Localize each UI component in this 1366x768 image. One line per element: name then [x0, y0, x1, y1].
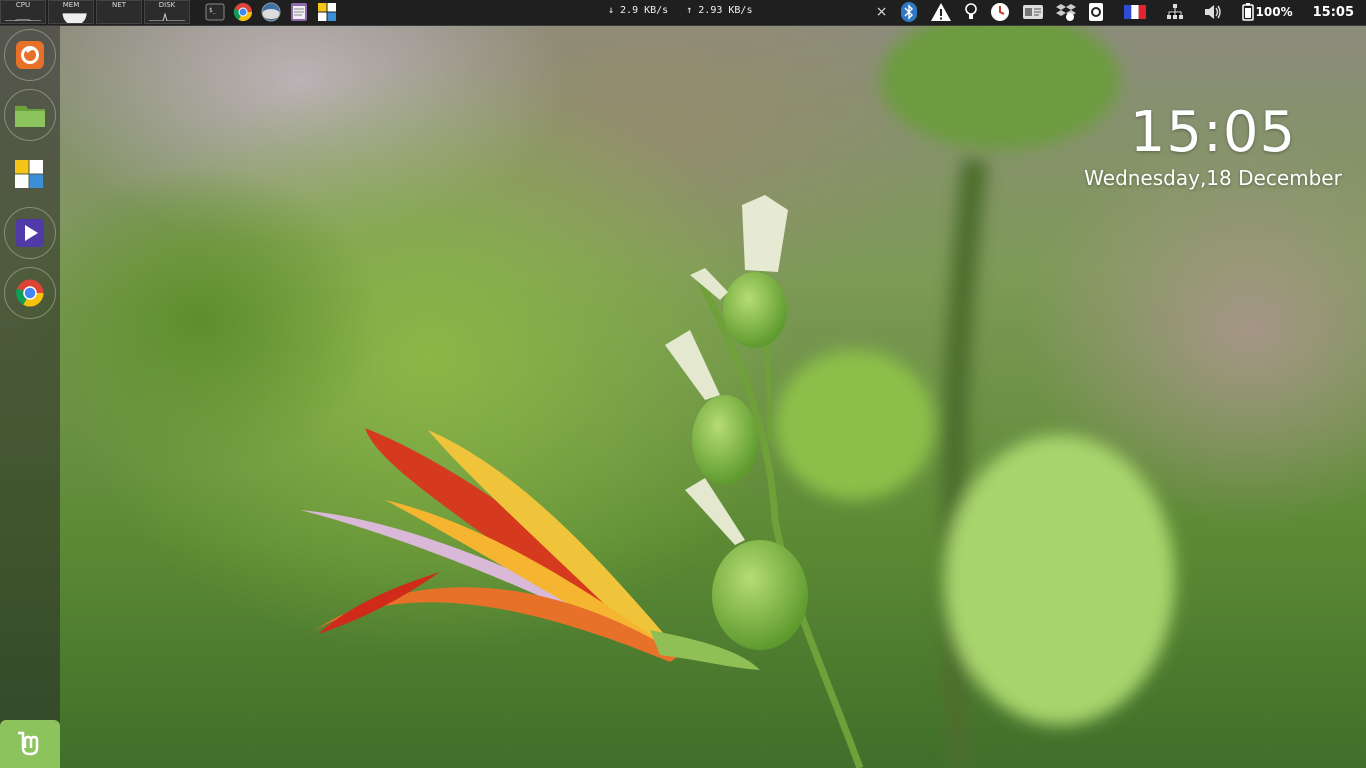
lightbulb-icon[interactable] — [964, 0, 978, 24]
svg-text:$_: $_ — [209, 7, 217, 14]
alarm-clock-icon[interactable] — [990, 0, 1010, 24]
desklet-time: 15:05 — [1129, 100, 1297, 165]
terminal-icon[interactable]: $_ — [203, 1, 227, 23]
top-panel: CPU MEM NET DISK $_ ↓ 2.9 KB/s ↑ 2.93 KB… — [0, 0, 1366, 26]
disk-monitor-label: DISK — [158, 1, 176, 9]
mint-menu-button[interactable] — [0, 720, 60, 768]
web-browser-icon[interactable] — [259, 1, 283, 23]
keyboard-layout-fr-icon[interactable] — [1123, 0, 1146, 24]
system-tray: × 100% 15:05 — [870, 0, 1366, 24]
dropbox-icon[interactable] — [1055, 0, 1076, 24]
network-monitor[interactable]: NET — [96, 0, 142, 24]
clipboard-icon[interactable] — [1088, 0, 1104, 24]
download-speed: ↓ 2.9 KB/s — [608, 5, 669, 16]
battery-applet[interactable]: 100% — [1241, 0, 1293, 24]
battery-icon — [1241, 3, 1254, 21]
cpu-monitor[interactable]: CPU — [0, 0, 46, 24]
disk-monitor[interactable]: DISK — [144, 0, 190, 24]
panel-clock[interactable]: 15:05 — [1313, 5, 1354, 20]
desklet-date: Wednesday,18 December — [1084, 166, 1342, 190]
files-icon[interactable] — [4, 89, 56, 141]
text-editor-icon[interactable] — [287, 1, 311, 23]
disk-graph — [149, 13, 185, 21]
chrome-icon[interactable] — [4, 267, 56, 319]
system-monitor-applet[interactable]: CPU MEM NET DISK — [0, 0, 192, 24]
upload-speed: ↑ 2.93 KB/s — [686, 5, 753, 16]
network-monitor-label: NET — [112, 1, 126, 9]
office-icon[interactable] — [315, 1, 339, 23]
cpu-graph — [5, 19, 41, 21]
panel-launchers: $_ — [203, 1, 339, 23]
memory-monitor-label: MEM — [62, 1, 80, 9]
left-dock — [0, 26, 60, 768]
bluetooth-icon[interactable] — [900, 0, 918, 24]
firefox-icon[interactable] — [4, 29, 56, 81]
cpu-monitor-label: CPU — [15, 1, 31, 9]
warning-icon[interactable] — [930, 0, 952, 24]
mint-menu-icon — [18, 731, 39, 756]
volume-icon[interactable] — [1204, 0, 1222, 24]
network-speed-applet[interactable]: ↓ 2.9 KB/s ↑ 2.93 KB/s — [608, 5, 764, 16]
memory-pie-icon — [62, 13, 87, 23]
media-player-icon[interactable] — [4, 207, 56, 259]
memory-monitor[interactable]: MEM — [48, 0, 94, 24]
office-icon[interactable] — [4, 149, 54, 199]
close-icon[interactable]: × — [876, 0, 888, 24]
battery-percentage: 100% — [1255, 5, 1293, 19]
network-icon[interactable] — [1166, 0, 1184, 24]
id-card-icon[interactable] — [1022, 0, 1044, 24]
chrome-icon[interactable] — [231, 1, 255, 23]
